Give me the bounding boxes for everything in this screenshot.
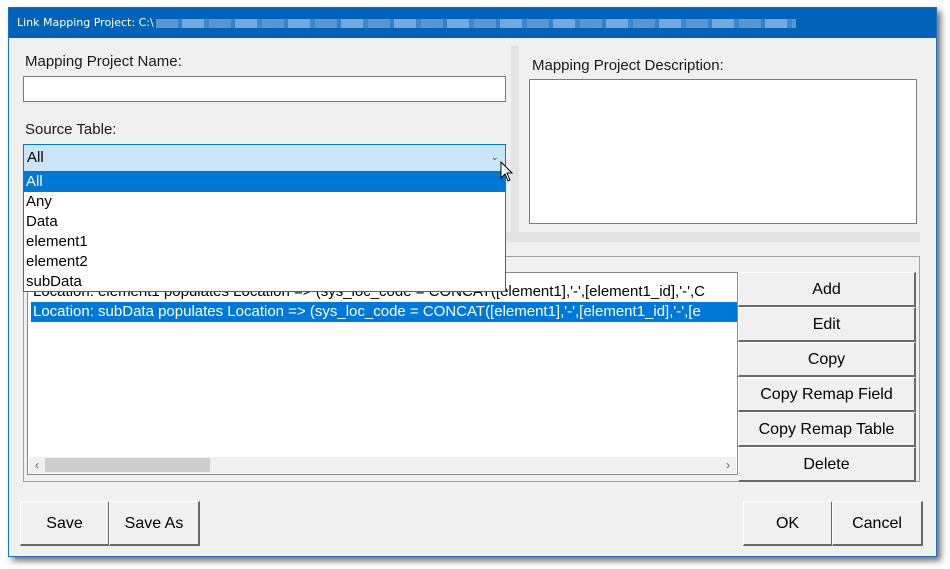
dropdown-option[interactable]: All xyxy=(24,172,505,192)
add-button[interactable]: Add xyxy=(738,272,916,307)
edit-button[interactable]: Edit xyxy=(738,307,916,342)
chevron-down-icon[interactable]: ⌄ xyxy=(491,146,499,170)
link-mapping-dialog: Link Mapping Project: C:\ Mapping Projec… xyxy=(8,7,937,557)
save-as-button[interactable]: Save As xyxy=(109,501,200,546)
scrollbar-thumb[interactable] xyxy=(45,458,210,472)
description-label: Mapping Project Description: xyxy=(532,57,724,74)
dropdown-option[interactable]: Data xyxy=(24,212,505,232)
source-table-combo[interactable]: All ⌄ xyxy=(23,144,506,172)
source-table-selected: All xyxy=(27,149,44,166)
copy-remap-table-button[interactable]: Copy Remap Table xyxy=(738,412,916,447)
ok-button[interactable]: OK xyxy=(743,501,833,546)
title-bar: Link Mapping Project: C:\ xyxy=(9,8,936,38)
list-item-selected[interactable]: Location: subData populates Location => … xyxy=(31,302,737,322)
dropdown-option[interactable]: element2 xyxy=(24,252,505,272)
window-title: Link Mapping Project: C:\ xyxy=(17,16,154,29)
project-name-label: Mapping Project Name: xyxy=(25,53,182,70)
description-textarea[interactable] xyxy=(529,79,917,224)
scroll-right-icon[interactable]: › xyxy=(721,457,735,473)
mappings-listbox[interactable]: Location: element1 populates Location =>… xyxy=(27,272,738,475)
copy-button[interactable]: Copy xyxy=(738,342,916,377)
copy-remap-field-button[interactable]: Copy Remap Field xyxy=(738,377,916,412)
save-button[interactable]: Save xyxy=(20,501,110,546)
mouse-cursor-icon xyxy=(500,161,514,182)
dropdown-option[interactable]: Any xyxy=(24,192,505,212)
cancel-button[interactable]: Cancel xyxy=(832,501,923,546)
source-table-label: Source Table: xyxy=(25,121,117,138)
delete-button[interactable]: Delete xyxy=(738,447,916,482)
source-table-dropdown: All Any Data element1 element2 subData xyxy=(23,171,506,292)
blurred-file-path xyxy=(155,18,796,28)
dropdown-option[interactable]: element1 xyxy=(24,232,505,252)
dropdown-option[interactable]: subData xyxy=(24,272,505,292)
project-name-input[interactable] xyxy=(23,76,506,102)
horizontal-scrollbar[interactable]: ‹ › xyxy=(29,457,736,473)
scroll-left-icon[interactable]: ‹ xyxy=(30,457,44,473)
panel-divider xyxy=(511,46,519,242)
